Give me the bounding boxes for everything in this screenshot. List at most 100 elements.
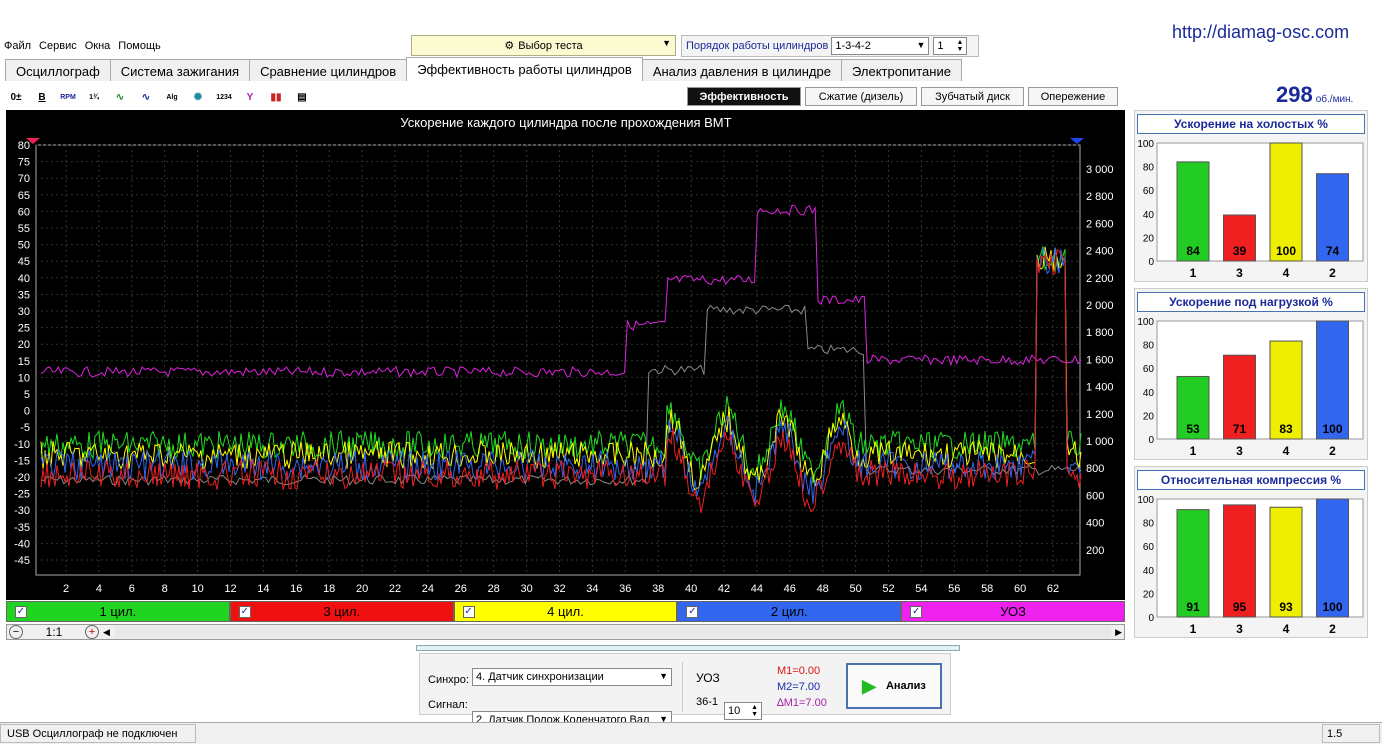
analyze-button[interactable]: ▶ Анализ [846,663,942,709]
tab-ignition[interactable]: Система зажигания [109,59,251,81]
sync-label: Синхро: [428,674,469,686]
y-right-tick-label: 1 200 [1086,409,1114,421]
sync-select[interactable]: 4. Датчик синхронизации ▼ [472,668,672,686]
y-tick-label: 20 [1143,233,1155,244]
checkbox-icon[interactable]: ✓ [910,606,923,618]
channel-label: 2 цил. [770,604,808,619]
scroll-right-icon[interactable]: ▶ [1115,627,1122,638]
toolbar: 0± B RPM 1¾ ∿ ∿ Alg ✺ 1234 Y ▮▮ ▤ [6,86,312,108]
tab-cylinder-efficiency[interactable]: Эффективность работы цилиндров [406,57,643,81]
table-icon[interactable]: ▤ [292,87,312,107]
subtab-gear-disk[interactable]: Зубчатый диск [921,87,1024,106]
channel-uoz[interactable]: ✓ УОЗ [901,601,1125,622]
zero-adjust-icon[interactable]: 0± [6,87,26,107]
x-tick-label: 8 [162,583,168,595]
sync-icon[interactable]: ✺ [188,87,208,107]
order-spinner[interactable]: 1 ▲ ▼ [933,37,968,55]
tab-pressure-analysis[interactable]: Анализ давления в цилиндре [641,59,842,81]
cylinder-order-icon[interactable]: 1¾ [84,87,104,107]
subtab-efficiency[interactable]: Эффективность [687,87,801,106]
x-tick-label: 36 [619,583,631,595]
bar-chart-icon[interactable]: ▮▮ [266,87,286,107]
chevron-down-icon: ▼ [916,40,926,50]
cylinder-label: 4 [1283,444,1290,458]
zoom-in-icon[interactable]: + [85,625,99,639]
channel-cyl2[interactable]: ✓ 2 цил. [677,601,902,622]
x-tick-label: 12 [224,583,236,595]
bar-value-label: 71 [1233,422,1247,436]
rpm-icon[interactable]: RPM [58,87,78,107]
bar-value-label: 83 [1279,422,1293,436]
main-tabs: Осциллограф Система зажигания Сравнение … [5,57,962,81]
checkbox-icon[interactable]: ✓ [238,606,251,618]
numbering-icon[interactable]: 1234 [214,87,234,107]
x-tick-label: 14 [257,583,269,595]
x-tick-label: 42 [718,583,730,595]
y-right-tick-label: 1 400 [1086,382,1114,394]
bar-value-label: 100 [1276,244,1296,258]
tab-power-supply[interactable]: Электропитание [840,59,962,81]
x-tick-label: 26 [455,583,467,595]
y-tick-label: -10 [14,439,30,451]
marker-m2: M2=7.00 [777,681,821,693]
y-tick-label: 35 [18,289,30,301]
analyze-label: Анализ [885,680,926,692]
channel-cyl1[interactable]: ✓ 1 цил. [6,601,230,622]
menu-help[interactable]: Помощь [114,38,165,54]
y-tick-label: 0 [1148,257,1154,268]
y-tick-label: 65 [18,190,30,202]
algorithm-icon[interactable]: Alg [162,87,182,107]
gear-doc-icon: ⚙ [504,40,515,52]
marker-m1: M1=0.00 [777,665,821,677]
signal-trace [40,246,1082,484]
test-select[interactable]: ⚙ Выбор теста ▼ [411,35,676,56]
oscillogram-plot[interactable]: Ускорение каждого цилиндра после прохожд… [6,110,1125,600]
y-tick-label: 0 [24,406,30,418]
checkbox-icon[interactable]: ✓ [15,606,27,618]
uoz-spinner[interactable]: 10 ▲ ▼ [724,702,762,720]
y-right-tick-label: 2 800 [1086,191,1114,203]
wave-icon[interactable]: ∿ [110,87,130,107]
order-label: Порядок работы цилиндров [686,40,829,52]
checkbox-icon[interactable]: ✓ [686,606,699,618]
menu-file[interactable]: Файл [0,38,35,54]
cylinder-label: 2 [1329,622,1336,636]
horizontal-scrollbar[interactable] [113,626,1112,638]
wave-marker-icon[interactable]: ∿ [136,87,156,107]
bar-value-label: 93 [1279,600,1293,614]
order-select[interactable]: 1-3-4-2 ▼ [831,37,930,55]
uoz-label: УОЗ [696,671,720,685]
scroll-left-icon[interactable]: ◀ [103,627,110,638]
subtab-compression[interactable]: Сжатие (дизель) [805,87,917,106]
cylinder-label: 3 [1236,622,1243,636]
analysis-controls: Синхро: 4. Датчик синхронизации ▼ Сигнал:… [419,653,951,729]
menu-windows[interactable]: Окна [81,38,115,54]
y-tick-label: 80 [1143,341,1155,352]
filter-icon[interactable]: Y [240,87,260,107]
menu-service[interactable]: Сервис [35,38,81,54]
y-tick-label: 100 [1137,139,1154,150]
y-tick-label: 80 [18,140,30,152]
play-icon: ▶ [862,675,876,696]
subtab-advance[interactable]: Опережение [1028,87,1118,106]
splitter-handle[interactable] [416,645,960,651]
cylinder-label: 3 [1236,266,1243,280]
tab-oscillograph[interactable]: Осциллограф [5,59,111,81]
x-tick-label: 48 [817,583,829,595]
bold-icon[interactable]: B [32,87,52,107]
zoom-out-icon[interactable]: − [9,625,23,639]
right-marker-icon[interactable] [1070,138,1084,144]
y-axis-right: 3 000 2 800 2 600 2 400 2 200 2 000 1 800 1 600… [1086,164,1114,557]
x-tick-label: 46 [784,583,796,595]
channel-cyl3[interactable]: ✓ 3 цил. [229,601,454,622]
tab-cylinder-compare[interactable]: Сравнение цилиндров [249,59,408,81]
x-tick-label: 24 [422,583,434,595]
channel-cyl4[interactable]: ✓ 4 цил. [453,601,678,622]
plot-title: Ускорение каждого цилиндра после прохожд… [400,115,731,130]
rpm-display: 298 об./мин. [1276,82,1353,108]
y-tick-label: 15 [18,356,30,368]
menu-bar: Файл Сервис Окна Помощь [0,38,165,54]
checkbox-icon[interactable]: ✓ [462,606,475,618]
x-tick-label: 60 [1014,583,1026,595]
y-tick-label: 60 [18,206,30,218]
